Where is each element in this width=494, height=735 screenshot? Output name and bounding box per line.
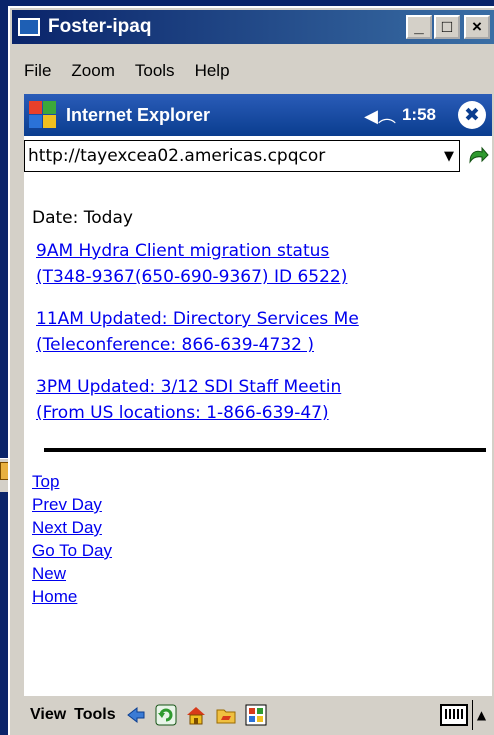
event-link-3pm-line2[interactable]: (From US locations: 1-866-639-47) xyxy=(36,400,329,426)
day-nav: Top Prev Day Next Day Go To Day New Home xyxy=(32,470,112,608)
nav-go-to-day-link[interactable]: Go To Day xyxy=(32,539,112,562)
pocket-title-bar: Internet Explorer ◀︵ 1:58 ✖ xyxy=(24,94,492,136)
event-link-9am-line1[interactable]: 9AM Hydra Client migration status xyxy=(36,238,329,264)
minimize-button[interactable]: _ xyxy=(406,15,432,39)
window-title: Foster-ipaq xyxy=(48,16,152,37)
go-arrow-icon[interactable] xyxy=(464,142,492,170)
menubar: File Zoom Tools Help xyxy=(12,56,494,86)
close-icon[interactable]: ✖ xyxy=(458,101,486,129)
nav-prev-day-link[interactable]: Prev Day xyxy=(32,493,112,516)
clock[interactable]: 1:58 xyxy=(402,105,436,125)
event-link-9am-line2[interactable]: (T348-9367(650-690-9367) ID 6522) xyxy=(36,264,347,290)
chevron-down-icon[interactable]: ▼ xyxy=(439,149,459,164)
view-menu[interactable]: View xyxy=(30,706,66,724)
event-link-11am-line1[interactable]: 11AM Updated: Directory Services Me xyxy=(36,306,359,332)
app-title: Internet Explorer xyxy=(66,104,211,125)
speaker-icon[interactable]: ◀︵ xyxy=(364,102,396,128)
window-titlebar: Foster-ipaq _ □ × xyxy=(12,10,494,44)
maximize-button[interactable]: □ xyxy=(434,15,460,39)
divider-rule xyxy=(44,448,486,452)
command-bar: View Tools ▲ xyxy=(24,694,492,734)
app-window-icon xyxy=(18,18,40,36)
emulator-window: Foster-ipaq _ □ × File Zoom Tools Help I… xyxy=(8,6,494,735)
back-icon[interactable] xyxy=(124,703,148,727)
event-link-11am-line2[interactable]: (Teleconference: 866-639-4732 ) xyxy=(36,332,314,358)
windows-logo-icon[interactable] xyxy=(28,100,58,130)
view-icon[interactable] xyxy=(244,703,268,727)
address-bar[interactable]: http://tayexcea02.americas.cpqcor ▼ xyxy=(24,140,460,172)
favorites-icon[interactable] xyxy=(214,703,238,727)
refresh-icon[interactable] xyxy=(154,703,178,727)
keyboard-icon[interactable] xyxy=(440,704,468,726)
nav-top-link[interactable]: Top xyxy=(32,470,112,493)
device-screen: Internet Explorer ◀︵ 1:58 ✖ http://tayex… xyxy=(24,94,492,734)
menu-zoom[interactable]: Zoom xyxy=(71,61,114,81)
nav-next-day-link[interactable]: Next Day xyxy=(32,516,112,539)
home-icon[interactable] xyxy=(184,703,208,727)
nav-home-link[interactable]: Home xyxy=(32,585,112,608)
tools-menu[interactable]: Tools xyxy=(74,706,115,724)
up-arrow-icon[interactable]: ▲ xyxy=(472,700,490,730)
address-input[interactable]: http://tayexcea02.americas.cpqcor xyxy=(28,146,439,166)
address-row: http://tayexcea02.americas.cpqcor ▼ xyxy=(24,138,492,174)
date-label: Date: Today xyxy=(32,208,133,228)
menu-tools[interactable]: Tools xyxy=(135,61,175,81)
menu-file[interactable]: File xyxy=(24,61,51,81)
close-button[interactable]: × xyxy=(464,15,490,39)
menu-help[interactable]: Help xyxy=(195,61,230,81)
nav-new-link[interactable]: New xyxy=(32,562,112,585)
event-link-3pm-line1[interactable]: 3PM Updated: 3/12 SDI Staff Meetin xyxy=(36,374,341,400)
